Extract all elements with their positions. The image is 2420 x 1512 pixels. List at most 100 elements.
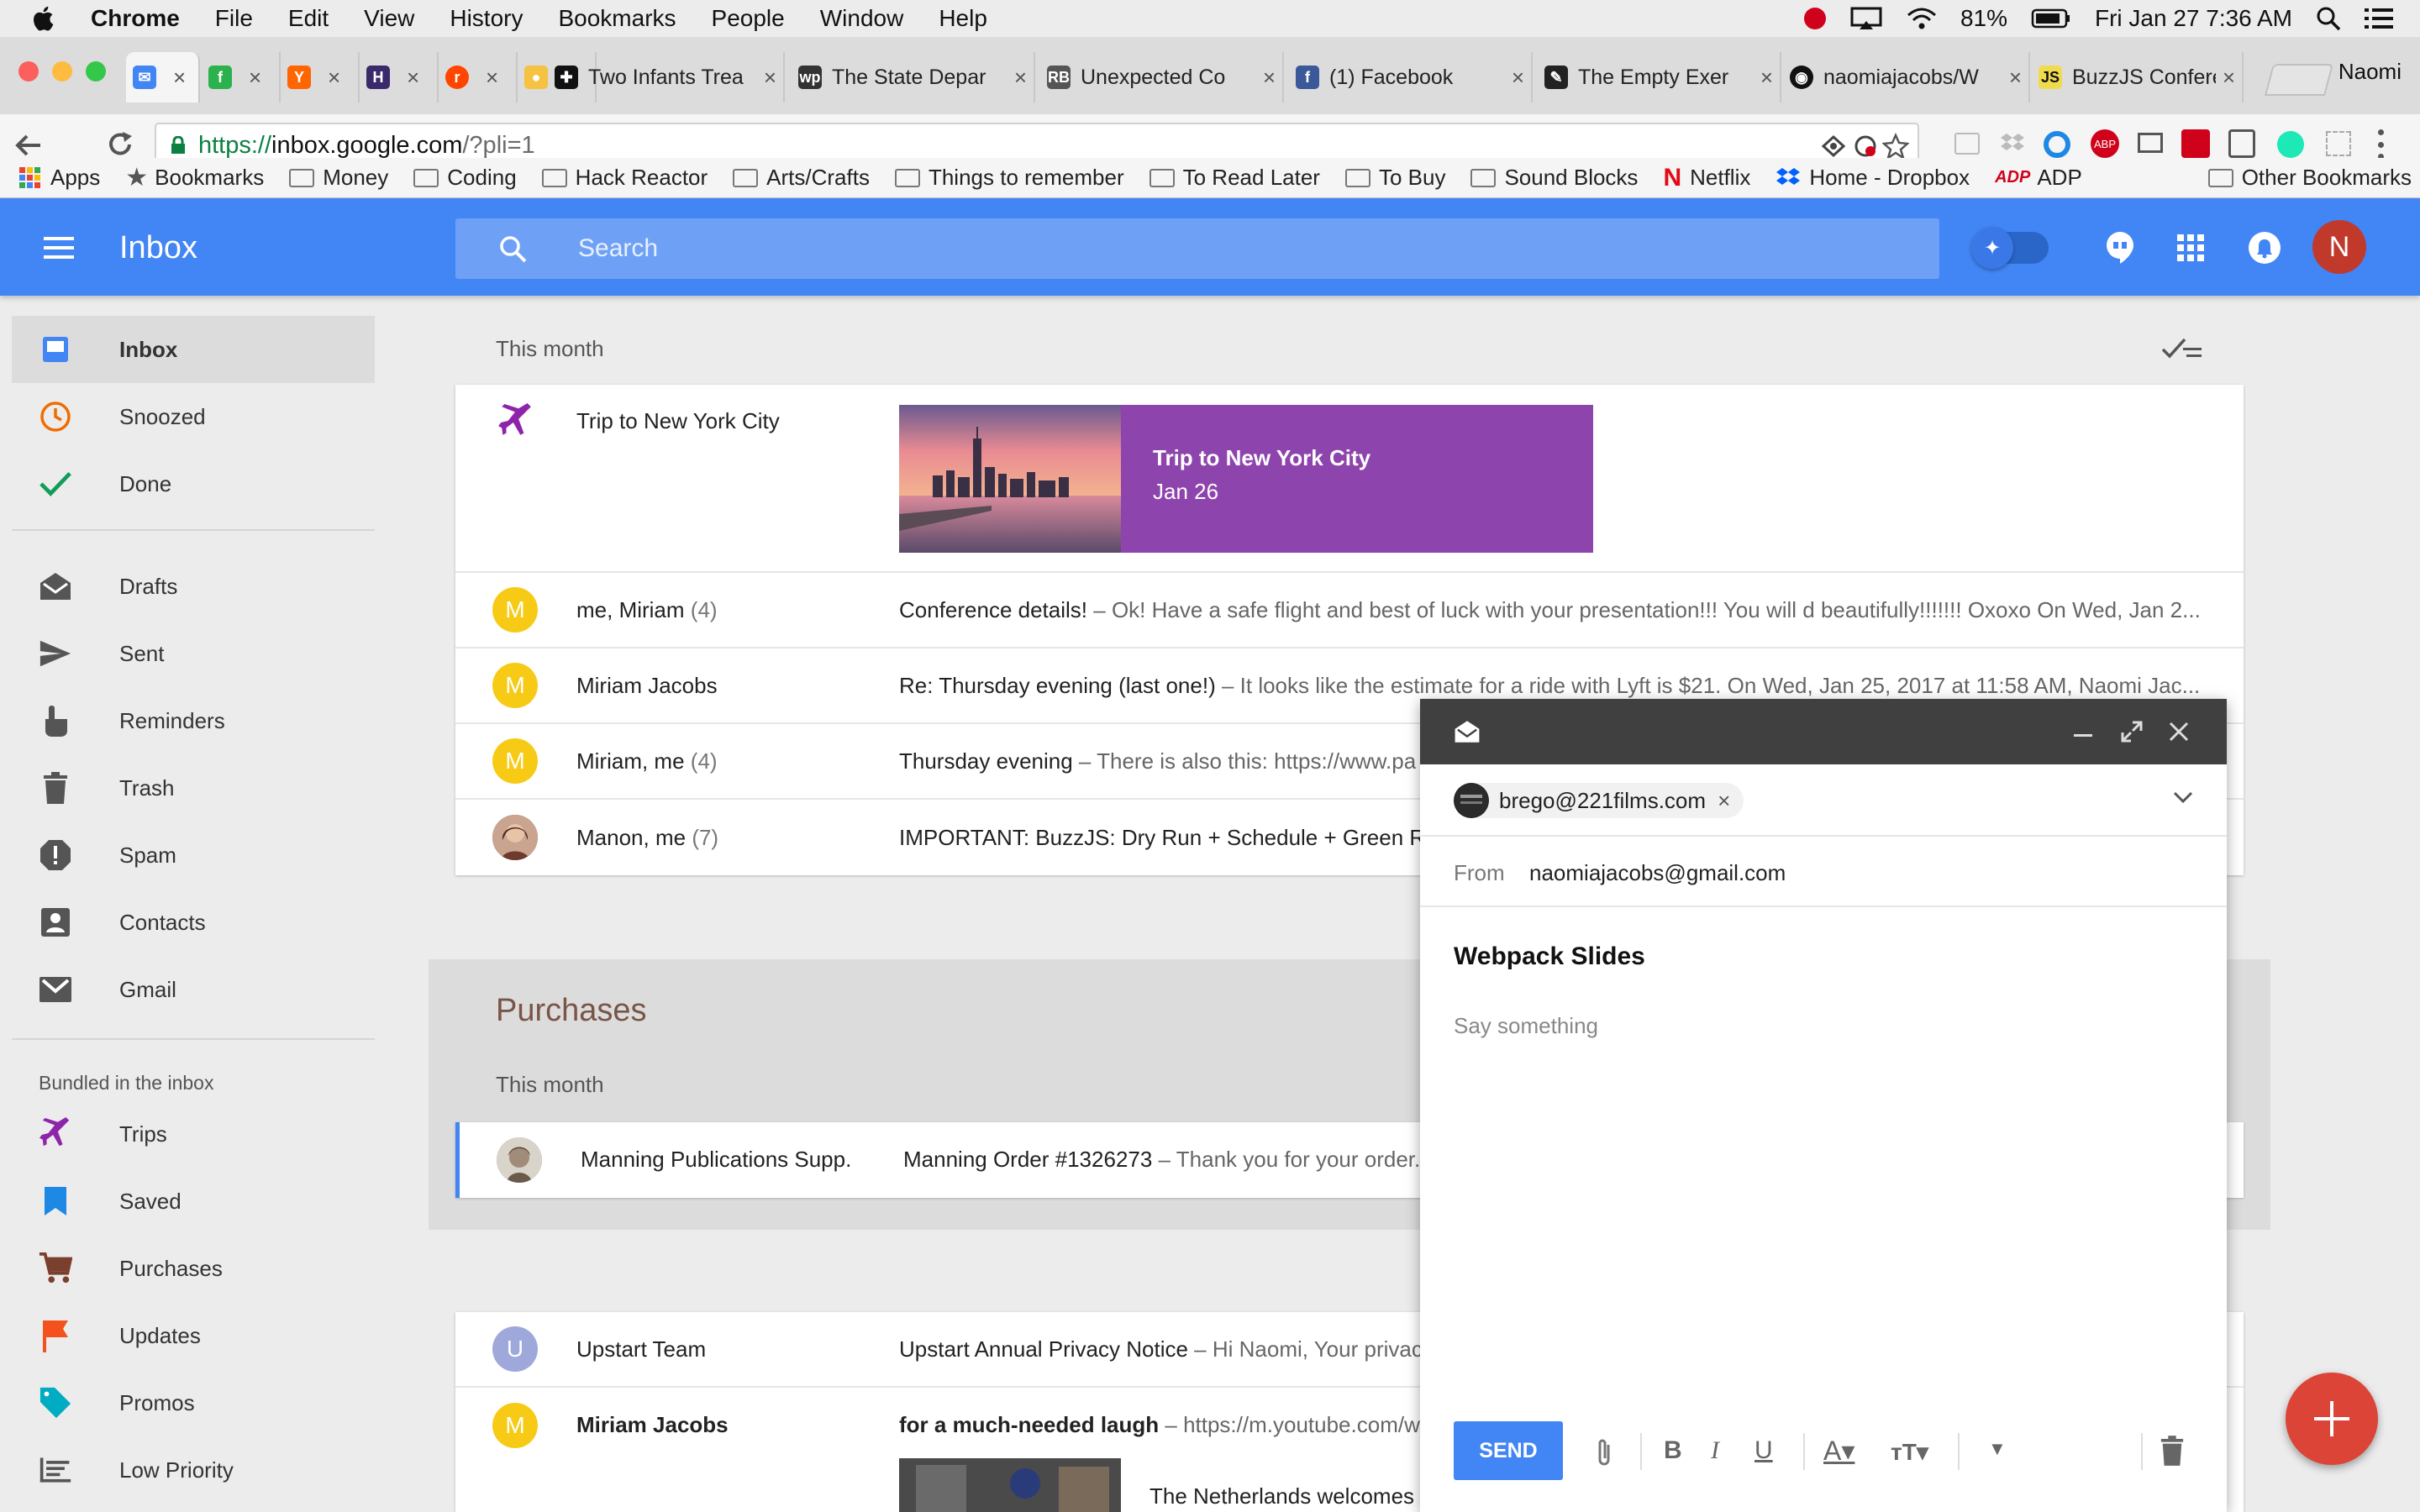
tab-ycombinator[interactable]: Y × — [281, 52, 360, 102]
bookmark-money[interactable]: Money — [289, 165, 388, 191]
chrome-menu-icon[interactable] — [2378, 129, 2385, 160]
expand-icon[interactable] — [2121, 721, 2143, 743]
apps-launcher-icon[interactable] — [2176, 234, 2205, 262]
close-icon[interactable]: × — [2223, 65, 2235, 91]
from-field[interactable]: From naomiajacobs@gmail.com — [1420, 837, 2227, 907]
email-row[interactable]: M me, Miriam (4) Conference details! – O… — [455, 573, 2244, 648]
menu-edit[interactable]: Edit — [288, 5, 329, 32]
sidebar-item-done[interactable]: Done — [12, 450, 375, 517]
bookmark-other[interactable]: Other Bookmarks — [2207, 165, 2412, 191]
close-icon[interactable]: × — [328, 65, 340, 91]
tab-hackreactor[interactable]: H × — [360, 52, 439, 102]
menu-view[interactable]: View — [364, 5, 414, 32]
menu-app-name[interactable]: Chrome — [91, 5, 180, 32]
back-arrow-icon[interactable] — [13, 131, 44, 160]
hangouts-icon[interactable] — [2104, 230, 2136, 265]
bookmark-arts-crafts[interactable]: Arts/Crafts — [733, 165, 870, 191]
text-color-icon[interactable]: A▾ — [1823, 1435, 1854, 1467]
mail-ext-icon[interactable] — [2138, 133, 2163, 153]
extension-blank-icon[interactable] — [1954, 133, 1980, 155]
tab-empty-exercise[interactable]: ✎ The Empty Exer × — [1538, 52, 1781, 102]
window-minimize-button[interactable] — [52, 61, 72, 81]
video-thumbnail[interactable] — [899, 1458, 1121, 1512]
close-icon[interactable]: × — [173, 65, 186, 91]
sidebar-item-gmail[interactable]: Gmail — [12, 956, 375, 1023]
to-field[interactable]: brego@221films.com × — [1420, 764, 2227, 837]
menu-file[interactable]: File — [215, 5, 253, 32]
blocked-icon[interactable] — [1854, 134, 1877, 158]
apple-icon[interactable] — [30, 4, 59, 33]
close-icon[interactable]: × — [486, 65, 498, 91]
battery-icon[interactable] — [2031, 8, 2071, 29]
bookmark-things-to-remember[interactable]: Things to remember — [894, 165, 1124, 191]
bookmark-adp[interactable]: ADP ADP — [1995, 165, 2082, 191]
sidebar-item-spam[interactable]: Spam — [12, 822, 375, 889]
chevron-down-icon[interactable] — [2173, 791, 2193, 805]
m-ext-icon[interactable] — [2277, 131, 2304, 158]
search-input[interactable]: Search — [455, 218, 1939, 279]
close-icon[interactable]: × — [407, 65, 419, 91]
window-close-button[interactable] — [18, 61, 39, 81]
underline-icon[interactable]: U — [1754, 1436, 1773, 1465]
bookmark-to-read-later[interactable]: To Read Later — [1149, 165, 1320, 191]
sidebar-item-promos[interactable]: Promos — [12, 1369, 375, 1436]
recipient-chip[interactable]: brego@221films.com × — [1454, 783, 1744, 818]
remove-recipient-icon[interactable]: × — [1718, 788, 1730, 814]
tab-inbox[interactable]: ✉ × — [126, 52, 200, 102]
sidebar-item-updates[interactable]: Updates — [12, 1302, 375, 1369]
close-icon[interactable]: × — [1512, 65, 1524, 91]
close-icon[interactable]: × — [1263, 65, 1276, 91]
tab-github[interactable]: ◉ naomiajacobs/W × — [1783, 52, 2030, 102]
trip-row[interactable]: Trip to New York City Trip to New York C… — [455, 385, 2244, 573]
bookmark-sound-blocks[interactable]: Sound Blocks — [1470, 165, 1638, 191]
trip-card[interactable]: Trip to New York City Jan 26 — [899, 405, 1593, 553]
menu-history[interactable]: History — [450, 5, 523, 32]
wifi-icon[interactable] — [1907, 7, 1937, 30]
puzzle-ext-icon[interactable] — [2326, 131, 2351, 156]
bookmark-bookmarks[interactable]: ★ Bookmarks — [125, 163, 264, 192]
close-icon[interactable] — [2168, 721, 2190, 743]
tab-state-department[interactable]: wp The State Depar × — [792, 52, 1035, 102]
bookmark-hack-reactor[interactable]: Hack Reactor — [541, 165, 708, 191]
italic-icon[interactable]: I — [1711, 1436, 1719, 1465]
compose-header[interactable] — [1420, 699, 2227, 764]
reload-icon[interactable] — [106, 129, 134, 160]
more-options-icon[interactable]: ▼ — [1988, 1438, 2007, 1460]
record-icon[interactable] — [1803, 8, 1826, 29]
sidebar-item-reminders[interactable]: Reminders — [12, 687, 375, 754]
profile-name[interactable]: Naomi — [2338, 59, 2402, 85]
close-icon[interactable]: × — [1014, 65, 1027, 91]
minimize-icon[interactable] — [2074, 734, 2092, 737]
lightbulb-ext-icon[interactable] — [2228, 129, 2255, 158]
bookmark-to-buy[interactable]: To Buy — [1344, 165, 1445, 191]
close-icon[interactable]: × — [249, 65, 261, 91]
menu-bookmarks[interactable]: Bookmarks — [558, 5, 676, 32]
tab-buzzjs[interactable]: JS BuzzJS Confere × — [2032, 52, 2244, 102]
sidebar-item-low-priority[interactable]: Low Priority — [12, 1436, 375, 1504]
tab-feedly[interactable]: f × — [202, 52, 281, 102]
sidebar-item-saved[interactable]: Saved — [12, 1168, 375, 1235]
close-icon[interactable]: × — [764, 65, 776, 91]
window-zoom-button[interactable] — [86, 61, 106, 81]
circle-ext-icon[interactable] — [2044, 131, 2070, 158]
sidebar-item-contacts[interactable]: Contacts — [12, 889, 375, 956]
close-icon[interactable]: × — [2009, 65, 2022, 91]
clock-text[interactable]: Fri Jan 27 7:36 AM — [2095, 5, 2292, 32]
body-field[interactable]: Say something — [1454, 1013, 1598, 1039]
sidebar-item-snoozed[interactable]: Snoozed — [12, 383, 375, 450]
sidebar-item-drafts[interactable]: Drafts — [12, 553, 375, 620]
sweep-done-icon[interactable] — [2161, 334, 2203, 363]
bookmark-dropbox[interactable]: Home - Dropbox — [1776, 165, 1970, 191]
attach-icon[interactable] — [1595, 1436, 1613, 1468]
menu-help[interactable]: Help — [939, 5, 987, 32]
tab-facebook[interactable]: f (1) Facebook × — [1289, 52, 1533, 102]
sidebar-item-trash[interactable]: Trash — [12, 754, 375, 822]
text-size-icon[interactable]: тТ▾ — [1891, 1438, 1928, 1466]
sidebar-item-trips[interactable]: Trips — [12, 1100, 375, 1168]
airplay-icon[interactable] — [1849, 6, 1883, 31]
menu-window[interactable]: Window — [820, 5, 904, 32]
new-tab-button[interactable] — [2264, 64, 2334, 96]
send-button[interactable]: SEND — [1454, 1421, 1563, 1480]
sidebar-item-sent[interactable]: Sent — [12, 620, 375, 687]
extension-eye-icon[interactable] — [1822, 134, 1845, 158]
